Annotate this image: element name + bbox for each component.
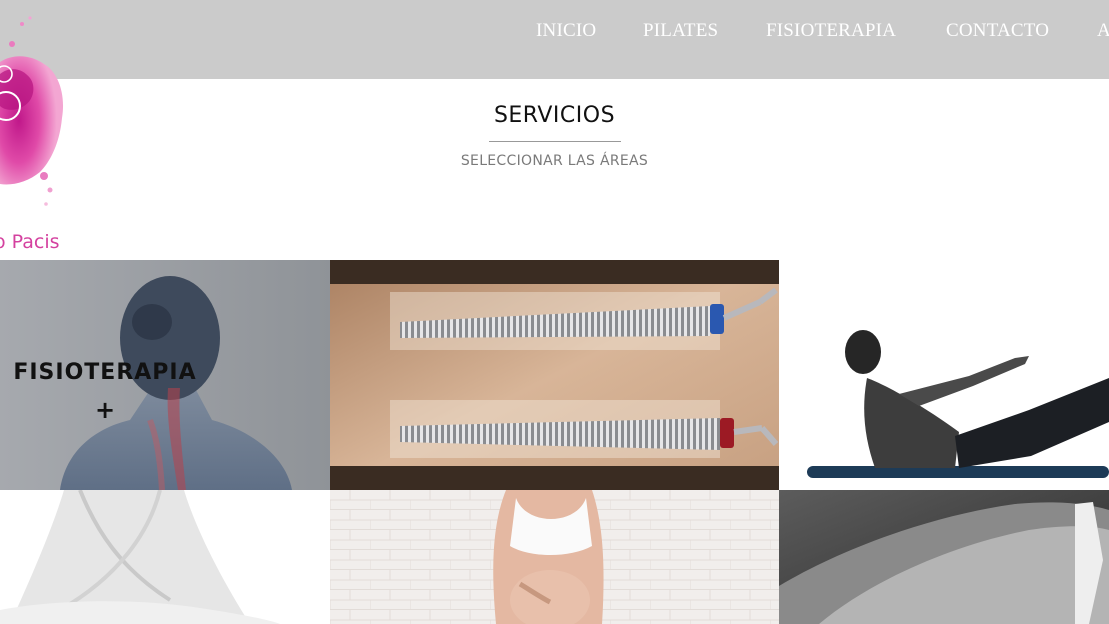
- aerial-hammock-image: [0, 490, 330, 624]
- brand-name-partial[interactable]: o Pacis: [0, 231, 60, 253]
- section-title: SERVICIOS: [493, 103, 616, 128]
- service-tile-springs[interactable]: [330, 260, 779, 490]
- section-subtitle: SELECCIONAR LAS ÁREAS: [460, 153, 649, 169]
- nav-link-inicio[interactable]: INICIO: [536, 19, 596, 43]
- nav-link-contacto[interactable]: CONTACTO: [946, 19, 1049, 43]
- service-tile-pregnancy[interactable]: [330, 490, 779, 624]
- nav-link-fisioterapia[interactable]: FISIOTERAPIA: [766, 19, 896, 43]
- title-divider: [489, 141, 621, 142]
- pregnant-woman-image: [330, 490, 779, 624]
- service-tile-fisioterapia[interactable]: FISIOTERAPIA +: [0, 260, 330, 490]
- service-tile-pilates[interactable]: [779, 260, 1109, 490]
- springs-image: [330, 260, 779, 490]
- site-header: INICIO PILATES FISIOTERAPIA CONTACTO A: [0, 0, 1109, 79]
- service-tile-aerial[interactable]: [0, 490, 330, 624]
- nav-link-more[interactable]: A: [1097, 19, 1109, 43]
- nav-link-pilates[interactable]: PILATES: [643, 19, 718, 43]
- plus-icon[interactable]: +: [0, 396, 210, 424]
- main-nav: INICIO PILATES FISIOTERAPIA CONTACTO A: [0, 19, 1109, 45]
- tile-label: FISIOTERAPIA: [13, 360, 197, 385]
- grayscale-body-image: [779, 490, 1109, 624]
- service-tile-body[interactable]: [779, 490, 1109, 624]
- man-pilates-image: [779, 260, 1109, 490]
